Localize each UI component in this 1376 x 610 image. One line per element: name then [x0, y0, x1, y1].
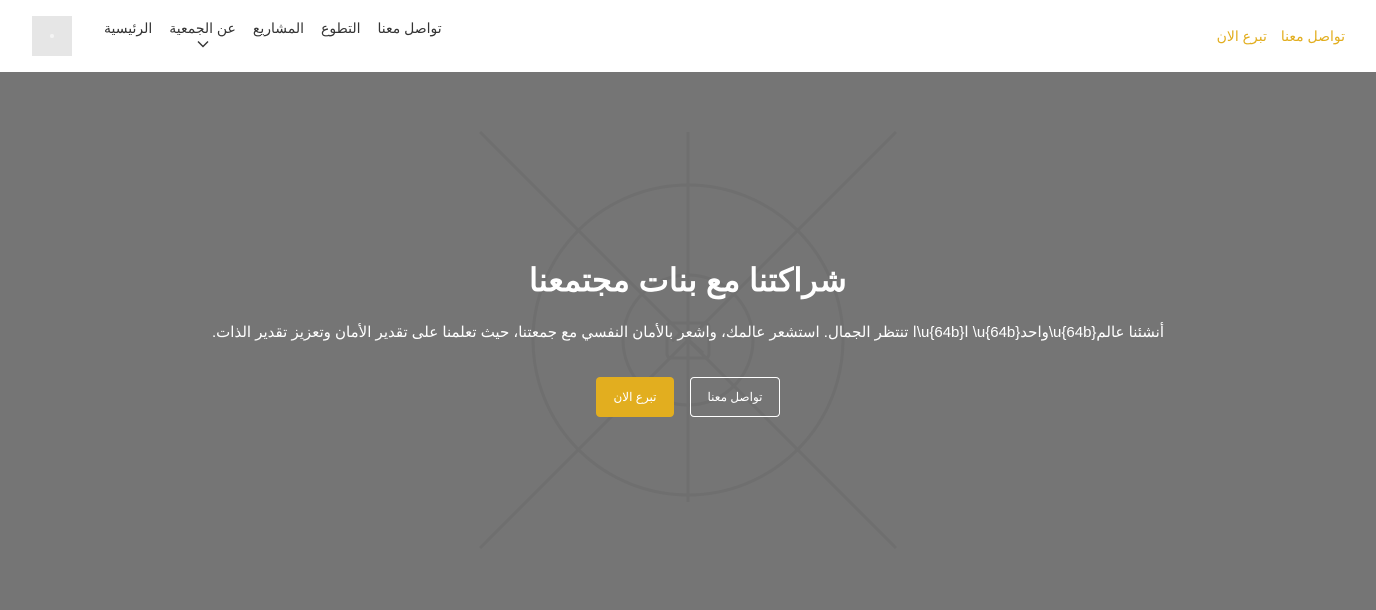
- nav-item-contact[interactable]: تواصل معنا: [377, 18, 441, 38]
- logo-mark: [50, 34, 54, 38]
- nav-item-projects[interactable]: المشاريع: [253, 18, 304, 38]
- nav-item-home[interactable]: الرئيسية: [104, 18, 152, 38]
- header-actions: تبرع الان تواصل معنا: [1217, 26, 1345, 46]
- header-contact-link[interactable]: تواصل معنا: [1281, 26, 1345, 46]
- hero-section: شراكتنا مع بنات مجتمعنا .ا تنتظر الجمال.…: [0, 72, 1376, 610]
- hero-title: شراكتنا مع بنات مجتمعنا: [529, 262, 847, 298]
- chevron-down-icon[interactable]: [197, 40, 209, 48]
- nav-item-about[interactable]: عن الجمعية: [169, 18, 236, 48]
- site-header: الرئيسية عن الجمعية المشاريع التطوع تواص…: [0, 0, 1376, 72]
- nav-item-about-label: عن الجمعية: [169, 20, 236, 36]
- nav-item-volunteer[interactable]: التطوع: [321, 18, 360, 38]
- header-donate-link[interactable]: تبرع الان: [1217, 26, 1267, 46]
- donate-button[interactable]: تبرع الان: [596, 377, 674, 417]
- site-logo[interactable]: [32, 16, 72, 56]
- hero-description: .ا تنتظر الجمال. استشعر عالمك، واشعر بال…: [211, 324, 1165, 341]
- main-nav: الرئيسية عن الجمعية المشاريع التطوع تواص…: [104, 18, 442, 48]
- contact-button[interactable]: تواصل معنا: [690, 377, 780, 417]
